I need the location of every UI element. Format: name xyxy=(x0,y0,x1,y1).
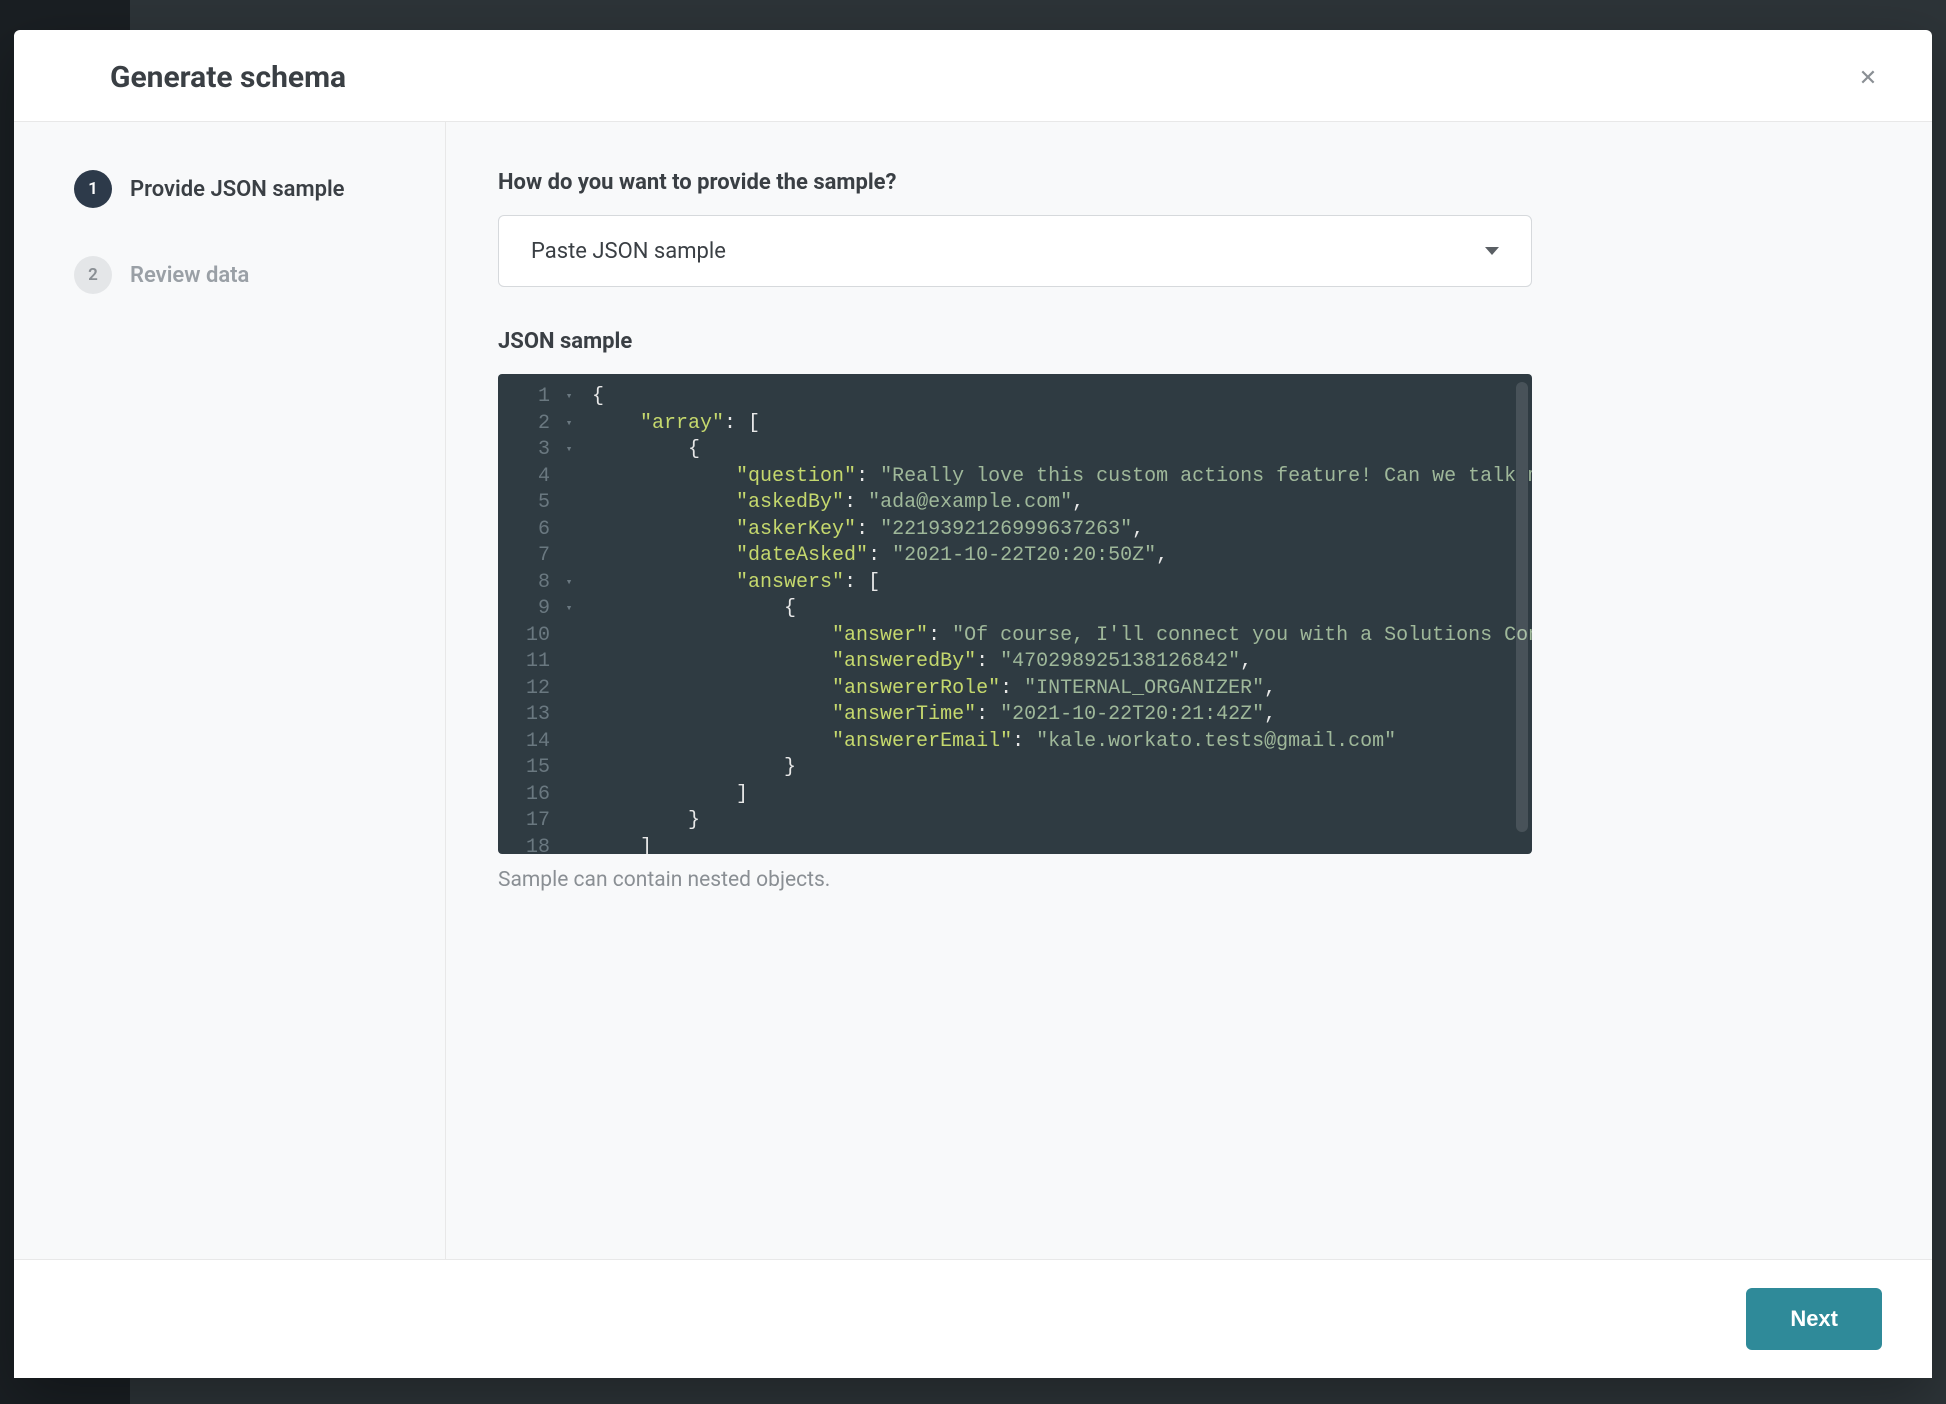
wizard-step-provide-json[interactable]: 1 Provide JSON sample xyxy=(74,170,413,208)
editor-line-gutter: 123456789101112131415161718 xyxy=(498,374,558,854)
close-icon: ✕ xyxy=(1859,65,1877,91)
editor-fold-column: ▾▾▾▾▾ xyxy=(558,374,580,854)
sample-method-label: How do you want to provide the sample? xyxy=(498,170,1532,195)
wizard-step-review-data[interactable]: 2 Review data xyxy=(74,256,413,294)
step-number: 2 xyxy=(74,256,112,294)
step-label: Provide JSON sample xyxy=(130,177,345,202)
modal-main-panel: How do you want to provide the sample? P… xyxy=(446,122,1932,1259)
generate-schema-modal: Generate schema ✕ 1 Provide JSON sample … xyxy=(14,30,1932,1378)
sample-method-select-wrap: Paste JSON sample xyxy=(498,215,1532,287)
step-label: Review data xyxy=(130,263,249,288)
modal-body: 1 Provide JSON sample 2 Review data How … xyxy=(14,122,1932,1259)
editor-code-area[interactable]: { "array": [ { "question": "Really love … xyxy=(580,374,1532,854)
editor-scrollbar[interactable] xyxy=(1516,382,1528,832)
sample-method-select[interactable]: Paste JSON sample xyxy=(498,215,1532,287)
step-number: 1 xyxy=(74,170,112,208)
json-sample-editor[interactable]: 123456789101112131415161718 ▾▾▾▾▾ { "arr… xyxy=(498,374,1532,854)
modal-footer: Next xyxy=(14,1259,1932,1378)
wizard-steps-sidebar: 1 Provide JSON sample 2 Review data xyxy=(14,122,446,1259)
modal-title: Generate schema xyxy=(110,60,346,95)
next-button[interactable]: Next xyxy=(1746,1288,1882,1350)
json-sample-hint: Sample can contain nested objects. xyxy=(498,868,1532,892)
chevron-down-icon xyxy=(1485,247,1499,255)
json-sample-label: JSON sample xyxy=(498,329,1532,354)
modal-header: Generate schema ✕ xyxy=(14,30,1932,122)
close-button[interactable]: ✕ xyxy=(1852,62,1884,94)
select-value: Paste JSON sample xyxy=(531,239,726,264)
